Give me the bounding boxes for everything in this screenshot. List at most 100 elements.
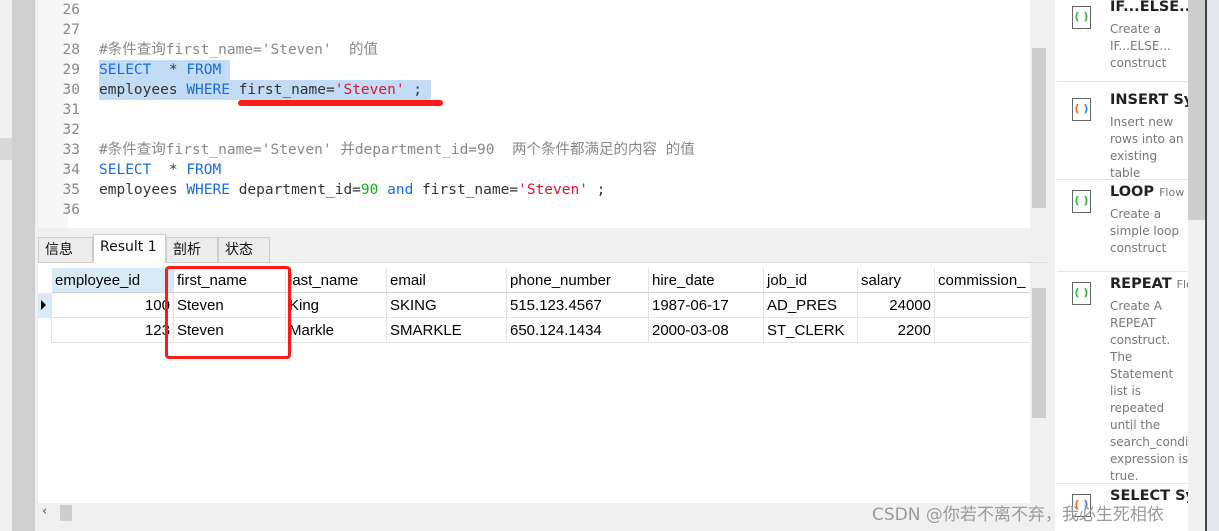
code-token: employees (99, 82, 187, 98)
code-token: ; (587, 182, 606, 198)
code-text: SELECT * FROM (99, 160, 221, 180)
snippet-item[interactable]: ( ) IF...ELSE... Create a IF...ELSE... co… (1057, 0, 1188, 82)
snippet-file-icon: ( ) (1072, 190, 1091, 213)
line-number: 34 (62, 162, 80, 178)
code-line[interactable]: 35 employees WHERE department_id=90 and f… (38, 180, 1028, 200)
snippet-title-text: INSERT Sy (1110, 92, 1188, 108)
line-number: 33 (62, 142, 80, 158)
grid-vertical-scrollbar[interactable] (1030, 268, 1048, 503)
row-selector[interactable] (38, 318, 52, 343)
code-text: employees WHERE first_name='Steven' ; (99, 80, 431, 100)
table-cell[interactable]: 24000 (858, 293, 935, 318)
snippet-title: LOOP Flow C (1110, 184, 1188, 200)
snippet-description: Insert new rows into an existing table (1110, 115, 1184, 180)
table-cell[interactable]: AD_PRES (764, 293, 858, 318)
line-number: 27 (62, 22, 80, 38)
table-cell[interactable]: SKING (387, 293, 507, 318)
code-line[interactable]: 32 (38, 120, 1028, 140)
column-header[interactable]: commission_ (935, 268, 1035, 293)
snippet-title-text: LOOP (1110, 184, 1155, 200)
current-row-arrow-icon (41, 300, 46, 310)
column-header[interactable]: job_id (764, 268, 858, 293)
code-token: and (387, 182, 414, 198)
code-token: * (151, 62, 187, 78)
table-cell[interactable]: 1987-06-17 (649, 293, 764, 318)
code-line[interactable]: 28 #条件查询first_name='Steven' 的值 (38, 40, 1028, 60)
code-line[interactable]: 31 (38, 100, 1028, 120)
snippets-scroll-thumb[interactable] (1188, 0, 1205, 220)
line-number: 35 (62, 182, 80, 198)
code-token: ; (404, 82, 431, 98)
tab-2[interactable]: 剖析 (166, 237, 218, 263)
code-line[interactable]: 27 (38, 20, 1028, 40)
code-token: 'Steven' (518, 182, 588, 198)
row-selector[interactable] (38, 293, 52, 318)
line-number: 32 (62, 122, 80, 138)
code-text: #条件查询first_name='Steven' 并department_id=… (99, 140, 695, 160)
code-token: #条件查询first_name='Steven' 的值 (99, 42, 379, 58)
code-line[interactable]: 30 employees WHERE first_name='Steven' ; (38, 80, 1028, 100)
watermark: CSDN @你若不离不弃，我必生死相依 (872, 505, 1164, 525)
snippets-scrollbar[interactable] (1188, 0, 1205, 531)
table-cell[interactable]: SMARKLE (387, 318, 507, 343)
table-cell[interactable]: 650.124.1434 (507, 318, 649, 343)
code-text: employees WHERE department_id=90 and fir… (99, 180, 605, 200)
editor-scroll-thumb[interactable] (1032, 48, 1046, 208)
table-cell[interactable]: 100 (52, 293, 174, 318)
code-text: SELECT * FROM (99, 60, 230, 80)
grid-scroll-thumb[interactable] (1032, 288, 1046, 418)
column-header[interactable]: hire_date (649, 268, 764, 293)
editor-scrollbar[interactable] (1030, 0, 1048, 228)
code-token: 90 (360, 182, 379, 198)
table-cell[interactable]: King (286, 293, 387, 318)
column-header[interactable]: last_name (286, 268, 387, 293)
background-window-edge (1205, 0, 1219, 531)
snippet-file-icon: ( ) (1072, 282, 1091, 305)
code-line[interactable]: 29 SELECT * FROM (38, 60, 1028, 80)
table-cell[interactable] (935, 318, 1035, 343)
column-header[interactable]: phone_number (507, 268, 649, 293)
table-cell[interactable] (935, 293, 1035, 318)
code-line[interactable]: 36 (38, 200, 1028, 220)
tab-1[interactable]: Result 1 (93, 234, 166, 263)
table-cell[interactable]: Markle (286, 318, 387, 343)
red-box-annotation (165, 266, 291, 359)
line-number: 31 (62, 102, 80, 118)
code-line[interactable]: 34 SELECT * FROM (38, 160, 1028, 180)
snippet-title: IF...ELSE... (1110, 0, 1188, 15)
left-edge-marker (0, 138, 12, 160)
hscroll-thumb[interactable] (60, 505, 72, 521)
code-token: department_id= (229, 182, 361, 198)
code-line[interactable]: 33 #条件查询first_name='Steven' 并department_i… (38, 140, 1028, 160)
snippet-file-icon: ( ) (1072, 98, 1091, 121)
table-cell[interactable]: 2000-03-08 (649, 318, 764, 343)
snippet-item[interactable]: ( ) INSERT Sy Insert new rows into an exi… (1057, 88, 1188, 180)
scroll-left-arrow-icon[interactable]: ‹ (42, 504, 47, 519)
snippet-item[interactable]: ( ) REPEAT Flo Create A REPEAT construct. … (1057, 272, 1188, 484)
code-token: FROM (186, 62, 222, 78)
table-cell[interactable]: 515.123.4567 (507, 293, 649, 318)
column-header[interactable]: email (387, 268, 507, 293)
snippet-description: Create a IF...ELSE... construct (1110, 22, 1171, 70)
table-cell[interactable]: ST_CLERK (764, 318, 858, 343)
snippet-title: INSERT Sy (1110, 92, 1188, 108)
code-text: #条件查询first_name='Steven' 的值 (99, 40, 378, 60)
sql-editor[interactable]: 26 27 28 #条件查询first_name='Steven' 的值 29 SELEC… (38, 0, 1030, 228)
code-token: WHERE (186, 82, 230, 98)
tab-3[interactable]: 状态 (218, 237, 270, 263)
left-panel-strip (12, 0, 35, 531)
table-cell[interactable]: 2200 (858, 318, 935, 343)
snippet-category: Flo (1176, 278, 1188, 291)
tab-0[interactable]: 信息 (38, 237, 93, 263)
table-cell[interactable]: 123 (52, 318, 174, 343)
snippet-item[interactable]: ( ) LOOP Flow C Create a simple loop const… (1057, 180, 1188, 272)
column-header[interactable]: salary (858, 268, 935, 293)
snippet-category: Flow C (1159, 186, 1188, 199)
code-token: WHERE (186, 182, 230, 198)
line-number: 36 (62, 202, 80, 218)
code-line[interactable]: 26 (38, 0, 1028, 20)
result-tabs: 信息 Result 1 剖析 状态 (38, 233, 1048, 263)
column-header[interactable]: employee_id (52, 268, 174, 293)
